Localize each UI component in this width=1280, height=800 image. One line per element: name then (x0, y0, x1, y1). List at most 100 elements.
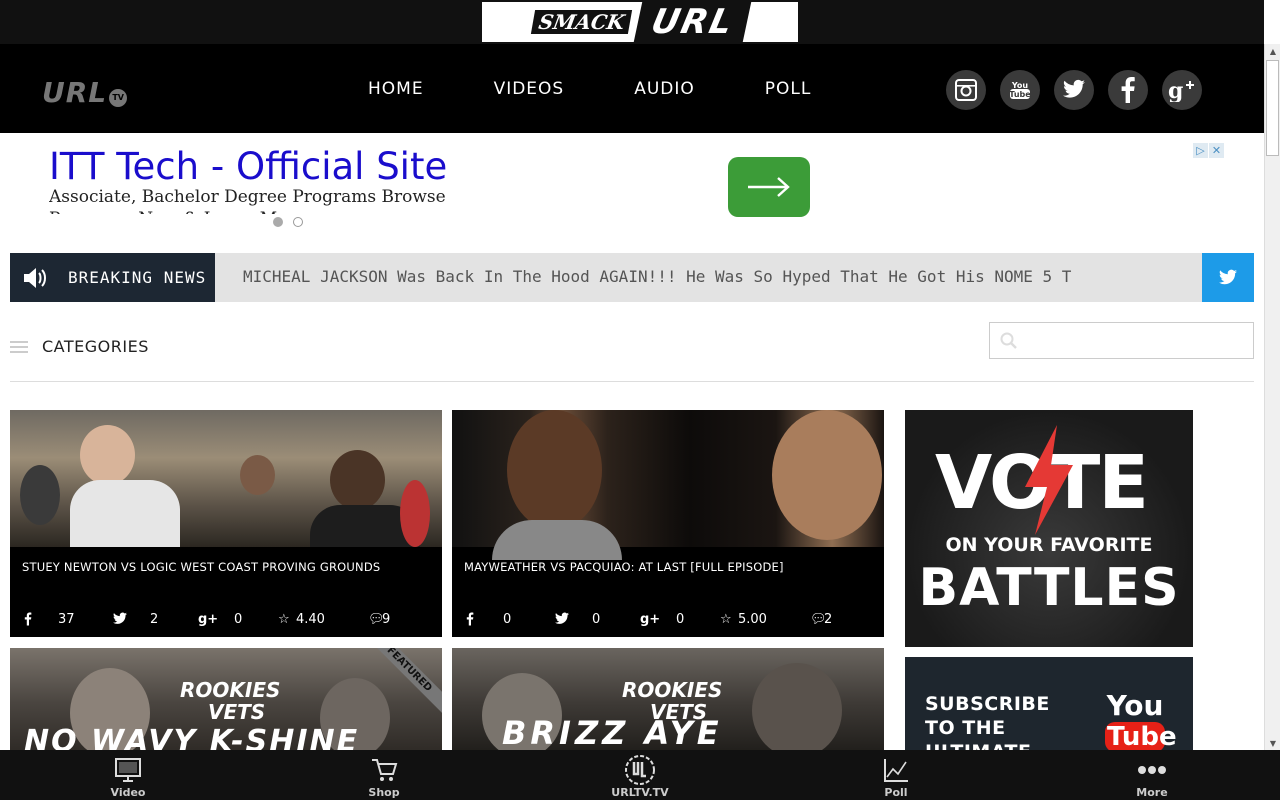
nav-audio[interactable]: AUDIO (634, 79, 695, 99)
nav-home[interactable]: HOME (368, 79, 424, 99)
scroll-up-arrow[interactable]: ▲ (1265, 44, 1280, 58)
twitter-icon[interactable] (1054, 70, 1094, 110)
search-input[interactable] (1024, 329, 1244, 353)
video-title[interactable]: MAYWEATHER VS PACQUIAO: AT LAST [FULL EP… (464, 560, 874, 574)
video-stats: 0 0 g+ 0 ☆ 5.00 💬︎ 2 (460, 612, 880, 628)
video-card[interactable]: STUEY NEWTON VS LOGIC WEST COAST PROVING… (10, 410, 442, 637)
carousel-dot[interactable] (273, 217, 283, 227)
facebook-count: 0 (503, 612, 512, 627)
page: SMACK URL URL TV HOME VIDEOS AUDIO POLL … (0, 0, 1264, 800)
youtube-icon[interactable]: You Tube (1000, 70, 1040, 110)
nav-poll[interactable]: POLL (765, 79, 812, 99)
vote-battles: BATTLES (918, 558, 1180, 618)
bottom-nav-shop[interactable]: Shop (324, 750, 444, 800)
youtube-subscribe-ad[interactable]: SUBSCRIBE TO THE ULTIMATE You Tube (905, 657, 1193, 757)
twitter-icon (1219, 269, 1237, 284)
social-links: You Tube g (946, 70, 1202, 110)
scroll-thumb[interactable] (1266, 60, 1279, 156)
facebook-icon[interactable] (466, 612, 474, 630)
bottom-nav-label: Poll (884, 786, 908, 799)
bottom-nav-label: URLTV.TV (611, 786, 669, 799)
smack-url-logo[interactable]: SMACK URL (480, 0, 800, 44)
url-logo-text: URL (633, 2, 752, 42)
video-card[interactable]: MAYWEATHER VS PACQUIAO: AT LAST [FULL EP… (452, 410, 884, 637)
ad-choices-badge[interactable]: ▷ ✕ (1193, 143, 1224, 158)
top-banner: SMACK URL (0, 0, 1264, 44)
ad-carousel-dots (273, 217, 303, 227)
youtube-tube: Tube (1105, 722, 1177, 752)
star-icon[interactable]: ☆ (278, 612, 290, 627)
video-thumbnail[interactable]: ROOKIES VETS NO WAVY K-SHINE FEATURED (10, 648, 442, 758)
video-title[interactable]: STUEY NEWTON VS LOGIC WEST COAST PROVING… (22, 560, 432, 574)
star-icon[interactable]: ☆ (720, 612, 732, 627)
google-plus-icon[interactable]: g+ (198, 612, 218, 627)
urltv-logo[interactable]: URL TV (42, 76, 128, 109)
breaking-news-text: BREAKING NEWS (68, 268, 207, 287)
monitor-icon (114, 754, 142, 786)
comment-count: 2 (824, 612, 833, 627)
battle-names: BRIZZ AYE (502, 714, 723, 752)
ad-title[interactable]: ITT Tech - Official Site (49, 145, 447, 188)
smack-logo-text: SMACK (530, 10, 633, 34)
logo-text: URL (42, 76, 108, 109)
more-icon (1137, 754, 1167, 786)
rating-value: 5.00 (738, 612, 767, 627)
banner-rookies: ROOKIES (180, 678, 281, 702)
bottom-nav-home[interactable]: URLTV.TV (580, 750, 700, 800)
youtube-logo: You Tube (1105, 689, 1177, 752)
ad-close-icon[interactable]: ✕ (1209, 143, 1224, 158)
bottom-nav-bar: Video Shop URLTV.TV Poll More (0, 750, 1280, 800)
ad-go-button[interactable] (728, 157, 810, 217)
google-plus-icon[interactable]: g+ (640, 612, 660, 627)
facebook-icon[interactable] (24, 612, 32, 630)
video-stats: 37 2 g+ 0 ☆ 4.40 💬︎ 9 (18, 612, 438, 628)
youtube-you: You (1106, 689, 1164, 722)
google-plus-icon[interactable]: g (1162, 70, 1202, 110)
categories-label[interactable]: CATEGORIES (42, 337, 149, 356)
comment-count: 9 (382, 612, 391, 627)
twitter-count: 0 (592, 612, 601, 627)
bottom-nav-label: More (1136, 786, 1168, 799)
categories-bar: CATEGORIES (10, 322, 1254, 382)
search-box[interactable] (989, 322, 1254, 359)
ad-banner[interactable]: ITT Tech - Official Site Associate, Bach… (0, 133, 1264, 241)
video-card[interactable]: ROOKIES VETS BRIZZ AYE (452, 648, 884, 758)
rating-value: 4.40 (296, 612, 325, 627)
scroll-down-arrow[interactable]: ▼ (1265, 736, 1280, 750)
news-ticker[interactable]: MICHEAL JACKSON Was Back In The Hood AGA… (243, 267, 1198, 286)
carousel-dot[interactable] (293, 217, 303, 227)
breaking-news-label: BREAKING NEWS (10, 253, 215, 302)
chart-icon (882, 754, 910, 786)
menu-icon[interactable] (10, 341, 28, 356)
bottom-nav-more[interactable]: More (1092, 750, 1212, 800)
facebook-icon[interactable] (1108, 70, 1148, 110)
speaker-icon (22, 266, 52, 290)
video-thumbnail[interactable] (10, 410, 442, 547)
bottom-nav-label: Shop (368, 786, 400, 799)
twitter-icon[interactable] (112, 612, 128, 630)
svg-text:You: You (1011, 81, 1029, 90)
svg-text:g: g (1168, 78, 1183, 102)
video-thumbnail[interactable] (452, 410, 884, 560)
instagram-icon[interactable] (946, 70, 986, 110)
bottom-nav-video[interactable]: Video (68, 750, 188, 800)
facebook-count: 37 (58, 612, 75, 627)
cart-icon (370, 754, 398, 786)
page-scrollbar[interactable]: ▲ ▼ (1264, 44, 1280, 750)
url-logo-icon (623, 754, 657, 786)
nav-videos[interactable]: VIDEOS (494, 79, 565, 99)
lightning-icon (1025, 425, 1073, 535)
gplus-count: 0 (676, 612, 685, 627)
vote-subtitle: ON YOUR FAVORITE (945, 534, 1153, 556)
logo-badge: TV (109, 88, 128, 107)
bottom-nav-poll[interactable]: Poll (836, 750, 956, 800)
twitter-share-button[interactable] (1202, 253, 1254, 302)
twitter-count: 2 (150, 612, 159, 627)
vote-ad[interactable]: VOTE ON YOUR FAVORITE BATTLES (905, 410, 1193, 647)
video-card[interactable]: ROOKIES VETS NO WAVY K-SHINE FEATURED (10, 648, 442, 758)
ad-info-icon[interactable]: ▷ (1193, 143, 1208, 158)
twitter-icon[interactable] (554, 612, 570, 630)
bottom-nav-label: Video (110, 786, 146, 799)
gplus-count: 0 (234, 612, 243, 627)
video-thumbnail[interactable]: ROOKIES VETS BRIZZ AYE (452, 648, 884, 758)
